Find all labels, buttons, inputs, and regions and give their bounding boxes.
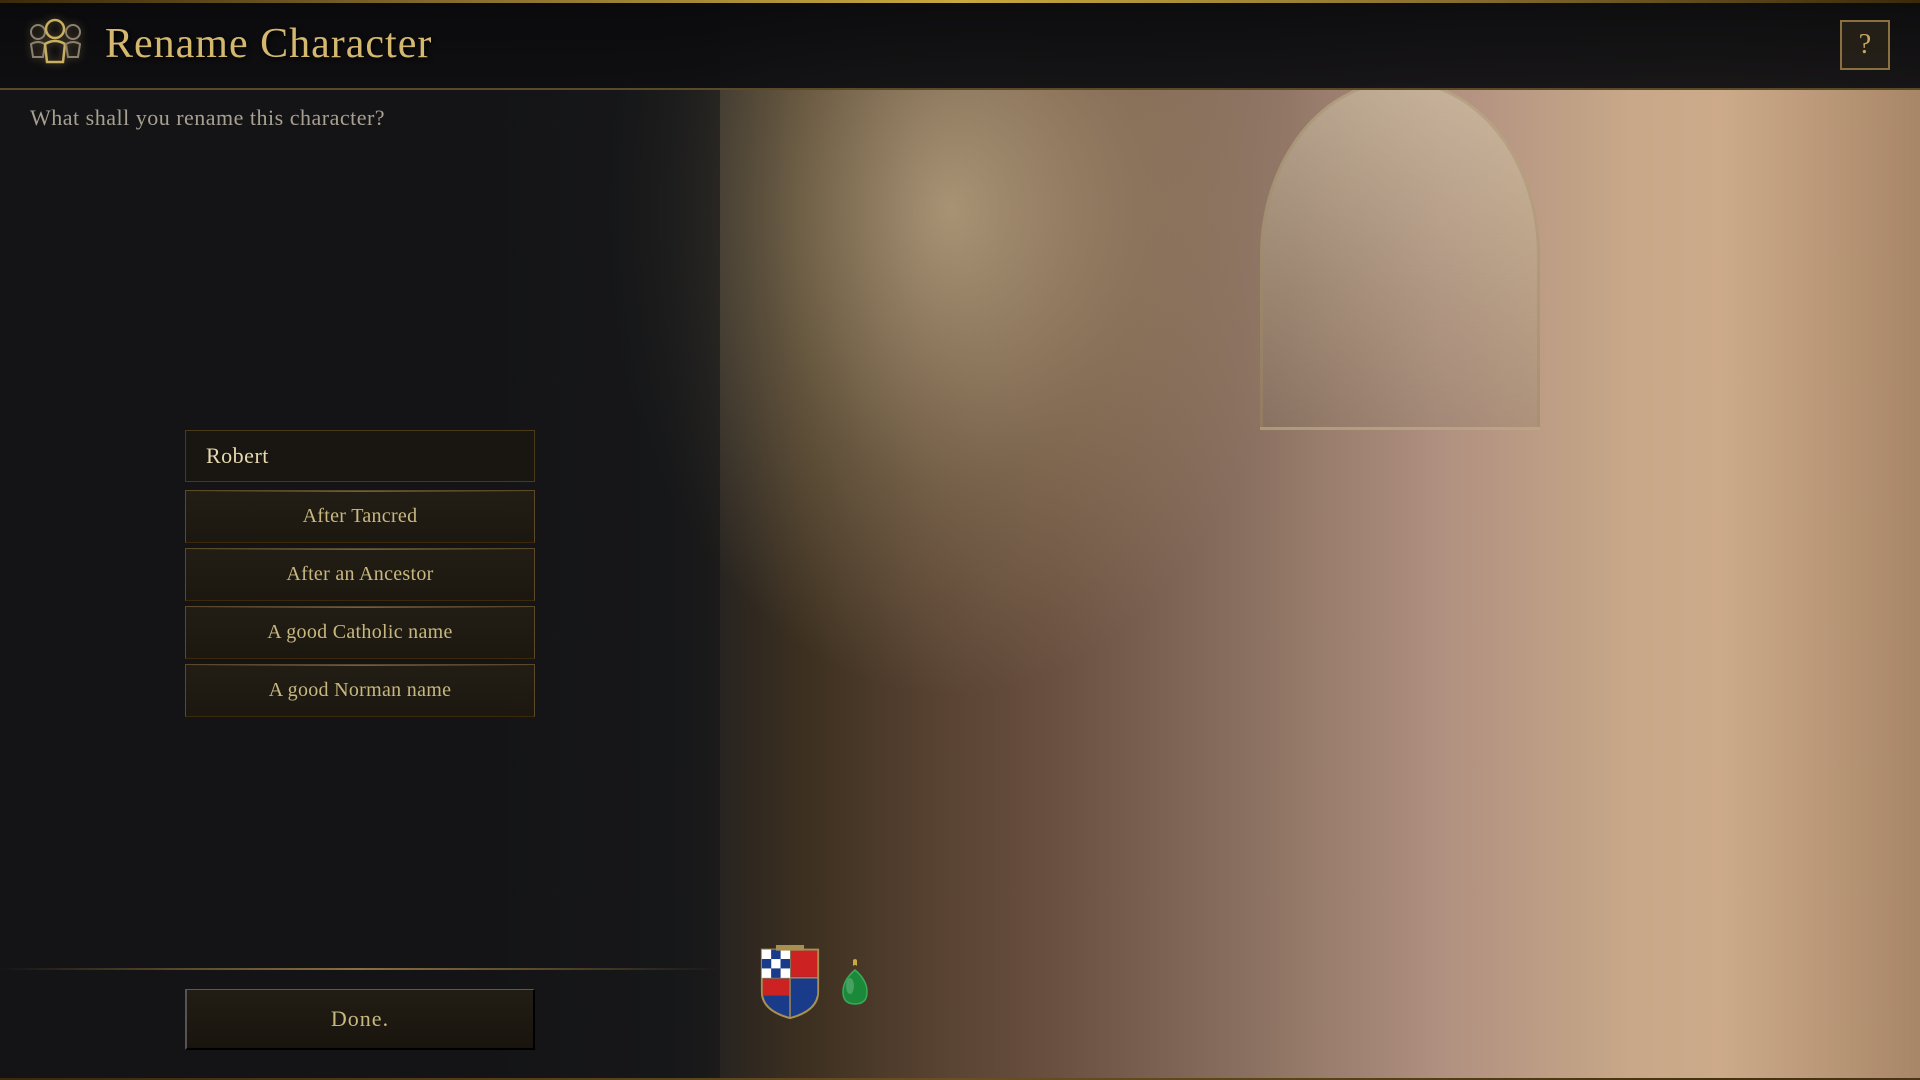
norman-name-button[interactable]: A good Norman name (185, 664, 535, 717)
done-button[interactable]: Done. (185, 989, 535, 1050)
after-tancred-button[interactable]: After Tancred (185, 490, 535, 543)
page-title: Rename Character (105, 20, 432, 68)
bookshelf-right (1720, 0, 1920, 1080)
header-icon-container (20, 9, 90, 79)
after-ancestor-button[interactable]: After an Ancestor (185, 548, 535, 601)
shield-icon (755, 945, 825, 1020)
window-arch (1260, 80, 1540, 430)
character-icon (23, 12, 88, 77)
header-bar: Rename Character (0, 0, 1920, 90)
subtitle-text: What shall you rename this character? (30, 105, 385, 131)
current-name-display: Robert (185, 430, 535, 482)
room-overlay (620, 0, 1920, 1080)
help-button[interactable]: ? (1840, 20, 1890, 70)
coat-of-arms-area (755, 945, 875, 1020)
catholic-name-button[interactable]: A good Catholic name (185, 606, 535, 659)
droplet-icon (835, 958, 875, 1008)
separator-line (0, 968, 720, 970)
header-top-border (0, 0, 1920, 3)
options-panel: Robert After Tancred After an Ancestor A… (185, 430, 535, 722)
